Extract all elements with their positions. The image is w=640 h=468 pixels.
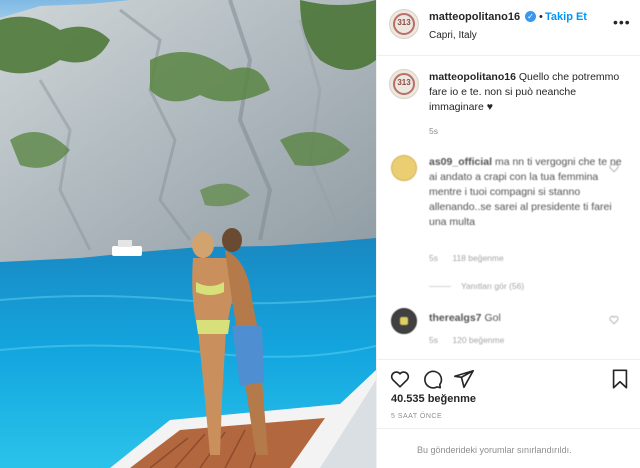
comment-username[interactable]: as09_official: [429, 156, 492, 168]
avatar[interactable]: 313: [389, 9, 419, 39]
comment-likes[interactable]: 118 beğenme: [452, 253, 503, 263]
comment-avatar[interactable]: [391, 308, 417, 334]
comment-icon[interactable]: [421, 368, 443, 390]
comment-meta: 5s 118 beğenme: [429, 253, 516, 263]
comment-likes[interactable]: 120 beğenme: [452, 335, 504, 345]
separator-dot: •: [539, 11, 543, 23]
post-image: [0, 0, 376, 468]
comment-footer: Bu gönderideki yorumlar sınırlandırıldı.: [377, 428, 640, 468]
comment-age: 5s: [429, 253, 438, 263]
caption: matteopolitano16 Quello che potremmo far…: [429, 70, 625, 115]
follow-button[interactable]: Takip Et: [545, 11, 587, 23]
post-location[interactable]: Capri, Italy: [429, 30, 477, 41]
verified-icon: ✓: [525, 11, 536, 22]
caption-meta: 5s: [429, 126, 450, 136]
comments-list[interactable]: 313 matteopolitano16 Quello che potremmo…: [377, 57, 640, 359]
caption-avatar[interactable]: 313: [389, 69, 419, 99]
avatar-text: 313: [397, 18, 411, 27]
avatar-logo: [400, 317, 408, 325]
comment-meta: 5s 120 beğenme: [429, 335, 516, 345]
comment-text: Gol: [484, 312, 501, 324]
bookmark-icon[interactable]: [609, 368, 631, 390]
avatar-text: 313: [397, 78, 411, 87]
comment-body: as09_official ma nn ti vergogni che te n…: [429, 155, 625, 230]
comment-heart-icon[interactable]: [609, 163, 619, 173]
comment-age: 5s: [429, 335, 438, 345]
caption-age: 5s: [429, 126, 438, 136]
view-replies-button[interactable]: Yanıtları gör (56): [461, 281, 524, 291]
post-sidebar: 313 matteopolitano16 ✓ • Takip Et Capri,…: [376, 0, 640, 468]
likes-count[interactable]: 40.535 beğenme: [391, 393, 476, 405]
replies-divider: [429, 286, 451, 287]
comment-heart-icon[interactable]: [609, 315, 619, 325]
comment-avatar[interactable]: [391, 155, 417, 181]
post-timestamp[interactable]: 5 SAAT ÖNCE: [391, 413, 442, 420]
heart-icon[interactable]: [389, 368, 411, 390]
comment-body: therealgs7 Gol: [429, 311, 625, 326]
post-username[interactable]: matteopolitano16: [429, 11, 520, 23]
comments-limited-notice: Bu gönderideki yorumlar sınırlandırıldı.: [417, 445, 572, 455]
more-options-icon[interactable]: •••: [613, 14, 631, 30]
post-header: 313 matteopolitano16 ✓ • Takip Et Capri,…: [377, 0, 640, 56]
send-icon[interactable]: [453, 368, 475, 390]
comment-username[interactable]: therealgs7: [429, 312, 482, 324]
caption-username[interactable]: matteopolitano16: [429, 71, 516, 83]
post-photo[interactable]: [0, 0, 376, 468]
